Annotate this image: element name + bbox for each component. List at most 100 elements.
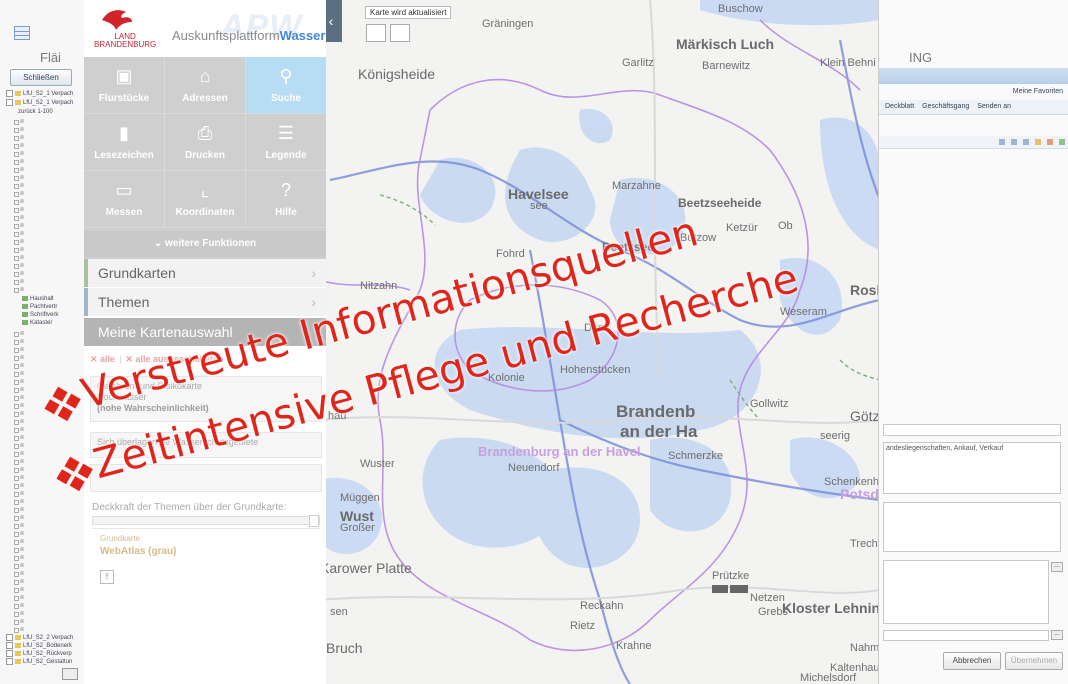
tree-row[interactable]: [14, 166, 24, 173]
parcels-button[interactable]: ▣ Flurstücke: [84, 57, 165, 114]
tree-row[interactable]: [14, 158, 24, 165]
cancel-button[interactable]: Abbrechen: [943, 652, 1001, 670]
tree-row[interactable]: [14, 610, 24, 617]
tree-node[interactable]: LfU_S2_1 Verpach: [6, 90, 73, 98]
tree-row[interactable]: [14, 458, 24, 465]
tree-row[interactable]: [14, 246, 24, 253]
toolbar-icon[interactable]: [1059, 139, 1065, 145]
toolbar-icon[interactable]: [1035, 139, 1041, 145]
tree-row[interactable]: [14, 466, 24, 473]
addresses-button[interactable]: ⌂ Adressen: [165, 57, 246, 114]
tree-row[interactable]: [14, 230, 24, 237]
tree-row[interactable]: [14, 490, 24, 497]
tree-row[interactable]: [14, 254, 24, 261]
favorites-link[interactable]: Meine Favoriten: [1013, 88, 1063, 95]
tree-row[interactable]: [14, 198, 24, 205]
tree-row[interactable]: [14, 118, 24, 125]
tree-row[interactable]: [14, 442, 24, 449]
document-icon[interactable]: [62, 668, 78, 680]
notes-field[interactable]: [883, 502, 1061, 552]
map-tool-button[interactable]: [366, 24, 386, 42]
tree-row[interactable]: [14, 370, 24, 377]
tree-row[interactable]: [14, 618, 24, 625]
grid-icon[interactable]: [14, 26, 30, 40]
tree-row[interactable]: [14, 434, 24, 441]
tree-row[interactable]: [14, 418, 24, 425]
tree-row[interactable]: [14, 126, 24, 133]
search-button[interactable]: ⚲ Suche: [246, 57, 326, 114]
attachments-field[interactable]: [883, 560, 1049, 624]
browse-button[interactable]: ...: [1051, 630, 1063, 640]
tree-row[interactable]: [14, 474, 24, 481]
bookmarks-button[interactable]: ▮ Lesezeichen: [84, 114, 165, 171]
tree-row[interactable]: [14, 498, 24, 505]
workflow-button[interactable]: Geschäftsgang: [922, 103, 969, 110]
tree-row[interactable]: [14, 214, 24, 221]
tree-node[interactable]: LfU_S2_Gestattun: [6, 658, 72, 666]
tree-row[interactable]: [14, 450, 24, 457]
tree-row[interactable]: [14, 402, 24, 409]
tree-row[interactable]: [14, 386, 24, 393]
help-button[interactable]: ? Hilfe: [246, 171, 326, 228]
tree-row[interactable]: [14, 530, 24, 537]
close-button[interactable]: Schließen: [10, 69, 72, 86]
tree-row[interactable]: [14, 278, 24, 285]
tree-row[interactable]: [14, 570, 24, 577]
description-field[interactable]: andesliegenschaften, Ankauf, Verkauf: [883, 442, 1061, 494]
tree-row[interactable]: [14, 506, 24, 513]
accept-button[interactable]: Übernehmen: [1005, 652, 1063, 670]
map-tool-button[interactable]: [390, 24, 410, 42]
print-button[interactable]: ⎙ Drucken: [165, 114, 246, 171]
tree-row[interactable]: [14, 546, 24, 553]
send-to-button[interactable]: Senden an: [977, 103, 1011, 110]
tree-node[interactable]: Schriftverk: [22, 311, 58, 319]
tree-row[interactable]: [14, 514, 24, 521]
tree-row[interactable]: [14, 410, 24, 417]
tree-node[interactable]: LfU_S2_1 Verpach: [6, 99, 73, 107]
tree-row[interactable]: [14, 482, 24, 489]
tree-node[interactable]: Kataster: [22, 319, 52, 327]
tree-node-back[interactable]: zurück 1-100: [18, 108, 53, 116]
tree-row[interactable]: [14, 206, 24, 213]
accordion-base-maps[interactable]: Grundkarten ›: [84, 259, 326, 288]
tree-row[interactable]: [14, 190, 24, 197]
tree-row[interactable]: [14, 150, 24, 157]
tree-row[interactable]: [14, 270, 24, 277]
tree-row[interactable]: [14, 378, 24, 385]
tree-row[interactable]: [14, 338, 24, 345]
path-field[interactable]: [883, 630, 1049, 641]
tree-node[interactable]: Haushalt: [22, 295, 54, 303]
tree-row[interactable]: [14, 626, 24, 633]
tree-node[interactable]: LfU_S2_2 Verpach: [6, 634, 73, 642]
tree-row[interactable]: [14, 578, 24, 585]
browse-button[interactable]: ...: [1051, 562, 1063, 572]
toolbar-icon[interactable]: [1047, 139, 1053, 145]
upload-icon[interactable]: ⤒: [100, 570, 114, 584]
tree-row[interactable]: [14, 174, 24, 181]
slider-handle[interactable]: [309, 515, 319, 527]
toolbar-icon[interactable]: [1023, 139, 1029, 145]
tree-row[interactable]: [14, 346, 24, 353]
tree-row[interactable]: [14, 262, 24, 269]
coordinates-button[interactable]: ⌞ Koordinaten: [165, 171, 246, 228]
legend-button[interactable]: ☰ Legende: [246, 114, 326, 171]
tree-row[interactable]: [14, 594, 24, 601]
tree-row[interactable]: [14, 554, 24, 561]
tree-row[interactable]: [14, 362, 24, 369]
cover-sheet-button[interactable]: Deckblatt: [885, 103, 914, 110]
text-field[interactable]: [883, 424, 1061, 436]
tree-row[interactable]: [14, 354, 24, 361]
tree-row[interactable]: [14, 134, 24, 141]
more-functions-toggle[interactable]: ⌄ weitere Funktionen: [84, 231, 326, 257]
tree-node[interactable]: LfU_S2_Rückverp: [6, 650, 72, 658]
tree-node[interactable]: LfU_S2_Bodenerk: [6, 642, 72, 650]
tree-row[interactable]: [14, 602, 24, 609]
tree-row[interactable]: [14, 538, 24, 545]
toolbar-icon[interactable]: [1011, 139, 1017, 145]
tree-row[interactable]: [14, 562, 24, 569]
tree-row[interactable]: [14, 182, 24, 189]
tree-row[interactable]: [14, 330, 24, 337]
accordion-themes[interactable]: Themen ›: [84, 288, 326, 317]
toolbar-icon[interactable]: [999, 139, 1005, 145]
tree-row[interactable]: [14, 142, 24, 149]
